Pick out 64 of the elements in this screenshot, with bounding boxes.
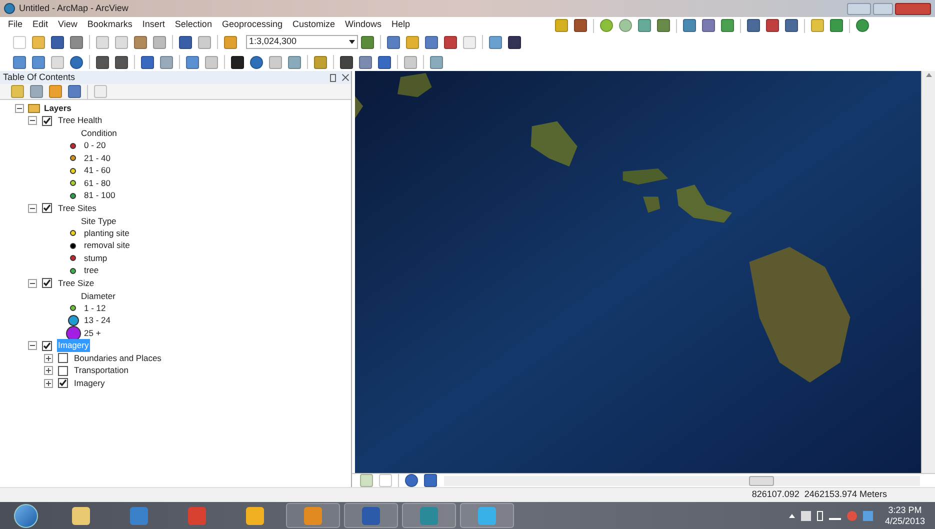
legend-label: 13 - 24 <box>84 314 110 328</box>
legend-label: 21 - 40 <box>84 152 110 165</box>
menu-item[interactable]: Geoprocessing <box>222 18 282 32</box>
layer-name[interactable]: Tree Sites <box>57 202 98 215</box>
coordinates-readout: 826107.092 2462153.974 Meters <box>752 488 887 502</box>
menu-item[interactable]: Help <box>392 18 410 32</box>
collapse-icon[interactable] <box>28 204 37 213</box>
menu-item[interactable]: View <box>58 18 78 32</box>
legend-label: 0 - 20 <box>84 139 106 152</box>
dropdown-caret-icon[interactable] <box>349 40 355 44</box>
legend-label: tree <box>84 264 99 278</box>
menu-item[interactable]: Customize <box>292 18 336 32</box>
layer-name[interactable]: Imagery <box>73 376 106 390</box>
legend-label: removal site <box>84 239 130 252</box>
menu-item[interactable]: Bookmarks <box>87 18 132 32</box>
legend-label: stump <box>84 252 108 265</box>
vertical-scrollbar[interactable] <box>921 71 935 473</box>
window-title: Untitled - ArcMap - ArcView <box>19 2 128 15</box>
layer-name[interactable]: Boundaries and Places <box>73 352 162 365</box>
minimize-button[interactable] <box>847 2 871 14</box>
legend-label: 41 - 60 <box>84 164 110 178</box>
close-icon[interactable] <box>341 74 348 81</box>
legend-label: 61 - 80 <box>84 176 110 190</box>
layer-name[interactable]: Tree Health <box>57 114 104 128</box>
pin-icon[interactable] <box>330 74 336 82</box>
checkbox[interactable] <box>58 353 68 364</box>
layer-name[interactable]: Tree Size <box>57 276 96 290</box>
legend-heading: Diameter <box>80 290 116 302</box>
collapse-icon[interactable] <box>28 341 37 350</box>
legend-heading: Site Type <box>80 214 118 227</box>
collapse-icon[interactable] <box>15 104 24 113</box>
legend-label: 1 - 12 <box>84 302 106 315</box>
maximize-button[interactable] <box>873 2 893 14</box>
checkbox[interactable] <box>58 378 68 388</box>
checkbox[interactable] <box>42 340 52 351</box>
legend-label: 81 - 100 <box>84 189 116 202</box>
checkbox[interactable] <box>42 116 52 126</box>
legend-label: planting site <box>84 226 130 240</box>
checkbox[interactable] <box>58 366 68 376</box>
collapse-icon[interactable] <box>28 116 37 126</box>
menu-item[interactable]: Insert <box>142 18 165 32</box>
panel-title: Table Of Contents <box>3 70 76 84</box>
checkbox[interactable] <box>42 203 52 214</box>
close-button[interactable] <box>895 2 931 14</box>
legend-label: 25 + <box>84 326 101 340</box>
scroll-up-icon[interactable] <box>926 73 932 77</box>
expand-icon[interactable] <box>44 366 53 376</box>
menu-item[interactable]: File <box>8 18 23 32</box>
clock-date[interactable]: 4/25/2013 <box>884 516 925 526</box>
horizontal-scrollbar[interactable] <box>444 476 920 486</box>
start-button[interactable] <box>14 504 38 528</box>
show-hidden-icons-icon[interactable] <box>788 514 795 518</box>
data-frame-name[interactable]: Layers <box>44 102 72 115</box>
clock-time[interactable]: 3:23 PM <box>888 504 922 516</box>
expand-icon[interactable] <box>44 354 53 363</box>
menu-item[interactable]: Selection <box>174 18 212 32</box>
scale-field[interactable]: 1:3,024,300 <box>246 35 358 49</box>
collapse-icon[interactable] <box>28 278 37 288</box>
expand-icon[interactable] <box>44 378 53 388</box>
menu-item[interactable]: Windows <box>345 18 382 32</box>
legend-heading: Condition <box>80 127 118 140</box>
layer-name[interactable]: Transportation <box>73 364 130 378</box>
checkbox[interactable] <box>42 278 52 288</box>
menu-item[interactable]: Edit <box>32 18 48 32</box>
